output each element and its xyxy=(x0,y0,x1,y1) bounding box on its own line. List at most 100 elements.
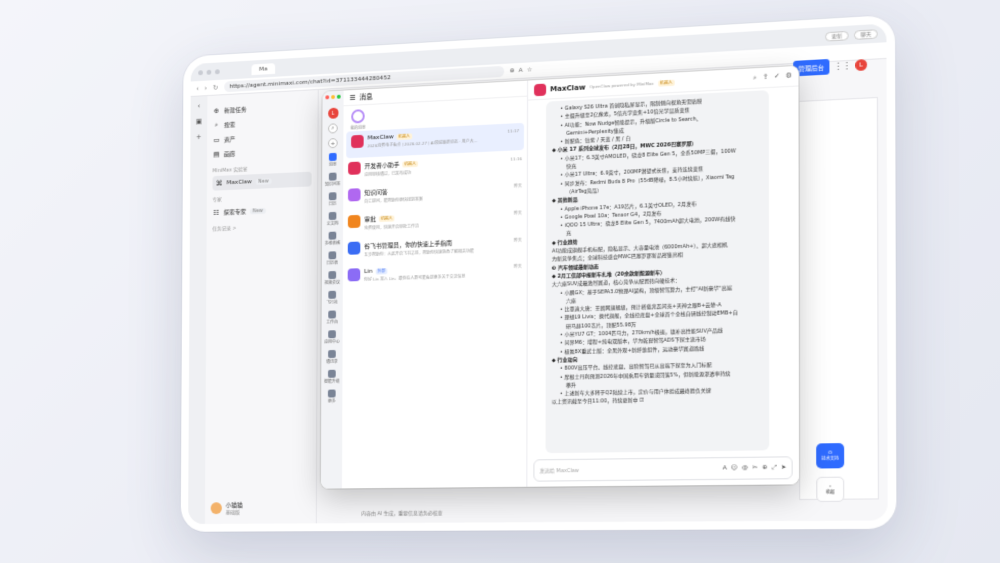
video-icon xyxy=(328,270,337,280)
search-icon[interactable]: ⌕ xyxy=(328,123,338,134)
conversation-badge: 机器人 xyxy=(396,132,413,140)
collapse-label: 收起 xyxy=(825,489,835,495)
input-placeholder: 发送给 MaxClaw xyxy=(539,467,579,475)
agenda-icon xyxy=(328,251,337,260)
rail-item-table[interactable]: 多维表格 xyxy=(325,231,340,246)
share-icon[interactable]: ⇪ xyxy=(762,73,768,83)
maximize-icon[interactable] xyxy=(336,94,341,99)
rail-item-agenda[interactable]: 日历表 xyxy=(327,251,339,266)
sidebar-item-expert[interactable]: ☷ 探索专家 New xyxy=(212,201,311,220)
forward-icon[interactable]: › xyxy=(204,84,207,92)
avatar[interactable]: L xyxy=(855,58,868,71)
check-icon[interactable]: ✓ xyxy=(774,72,780,82)
sidebar-item-label: 资产 xyxy=(223,136,236,144)
conversation-body: 审批 机器人 昨天 免费使用，快速开启审批工作流 xyxy=(364,208,522,231)
expand-icon[interactable]: ⤢ xyxy=(772,464,777,472)
upgrade-icon xyxy=(328,369,336,378)
social-icon xyxy=(328,290,337,299)
rail-item-contacts[interactable]: 通讯录 xyxy=(326,349,338,365)
list-title: 消息 xyxy=(359,92,373,102)
user-profile[interactable]: 小猫猫 基础版 xyxy=(210,500,243,516)
rail-item-calendar[interactable]: 日历 xyxy=(329,192,337,207)
back-icon[interactable]: ‹ xyxy=(196,84,199,92)
user-name: 小猫猫 xyxy=(225,502,243,510)
chat-subtitle: OpenClaw powered by MiniMax xyxy=(589,80,654,90)
rail-item-docs[interactable]: 云文档 xyxy=(327,211,339,227)
conversation-name: 谷飞书管理员，你的快速上手指南 xyxy=(364,240,453,251)
add-icon[interactable]: + xyxy=(196,133,202,141)
chat-title: MaxClaw xyxy=(550,82,586,93)
chat-actions: ⌕ ⇪ ✓ ⚙ xyxy=(753,71,792,82)
app-icon[interactable]: ▣ xyxy=(196,118,202,126)
plus-circle-icon[interactable]: ⊕ xyxy=(762,464,767,472)
rail-item-apps[interactable]: 应用中心 xyxy=(324,330,340,345)
font-icon[interactable]: A xyxy=(722,464,726,472)
avatar[interactable]: L xyxy=(327,107,339,119)
window-controls xyxy=(325,94,341,100)
browser-tab[interactable]: Ma xyxy=(251,62,275,75)
rail-item-more[interactable]: 更多 xyxy=(328,389,336,405)
rail-item-upgrade[interactable]: 智能升级 xyxy=(324,369,340,385)
conversation-badge: 机器人 xyxy=(378,214,395,222)
conversation-time: 昨天 xyxy=(513,182,522,189)
rail-item-messages[interactable]: 消息 xyxy=(329,152,337,168)
chat-chip[interactable]: 聊天 xyxy=(854,28,878,40)
close-icon[interactable] xyxy=(325,95,330,100)
plus-circle-icon: ⊕ xyxy=(213,106,220,115)
sidebar-item-maxclaw[interactable]: ⌘ MaxClaw New xyxy=(212,171,312,191)
settings-icon[interactable]: ⚙ xyxy=(785,71,792,81)
rail-label: 多维表格 xyxy=(324,240,341,246)
rail-item-social[interactable]: 飞行社 xyxy=(326,290,338,306)
search-icon[interactable]: ⌕ xyxy=(753,73,757,82)
collapse-icon[interactable]: ‹ xyxy=(198,102,201,110)
rail-item-workbench[interactable]: 工作台 xyxy=(326,310,338,325)
star-icon[interactable]: ☆ xyxy=(527,66,532,73)
conversation-item[interactable]: Lin 外部 昨天 你好 Lin 加入 Lin。跟你在人群可能看到更多关于交流信息 xyxy=(343,259,527,292)
new-tag: New xyxy=(255,177,272,185)
rail-label: 日历 xyxy=(328,201,337,207)
chat-panel: MaxClaw OpenClaw powered by MiniMax 机器人 … xyxy=(527,65,800,487)
window-dot-icon[interactable] xyxy=(214,68,220,74)
conversation-body: Lin 外部 昨天 你好 Lin 加入 Lin。跟你在人群可能看到更多关于交流信息 xyxy=(364,263,522,283)
apps-grid-icon[interactable]: ⋮⋮ xyxy=(834,60,851,70)
collapse-button[interactable]: » 收起 xyxy=(816,476,845,502)
list-icon: ☰ xyxy=(349,93,356,102)
send-icon[interactable]: ➤ xyxy=(781,464,786,472)
update-chip[interactable]: 更新 xyxy=(825,30,849,42)
sidebar-item-label: MaxClaw xyxy=(226,178,252,187)
message-input[interactable]: 发送给 MaxClaw A ☺ @ ✂ ⊕ ⤢ ➤ xyxy=(533,456,793,482)
pinned-item[interactable]: 我的消息 xyxy=(343,105,372,132)
apps-icon xyxy=(328,330,336,339)
conversation-avatar xyxy=(347,241,361,255)
claw-icon: ⌘ xyxy=(215,179,223,188)
grid-icon xyxy=(328,310,336,319)
pinned-label: 我的消息 xyxy=(350,124,366,131)
image-icon: ▤ xyxy=(213,150,220,159)
rail-item-meeting[interactable]: 视频会议 xyxy=(324,270,340,286)
window-dot-icon[interactable] xyxy=(198,69,203,75)
mention-icon[interactable]: @ xyxy=(742,464,748,472)
conversation-avatar xyxy=(347,268,361,282)
reload-icon[interactable]: ↻ xyxy=(213,83,219,91)
message-bubble: • Galaxy S26 Ultra 首创隐私屏显示，限制侧向视角无需贴膜 • 主… xyxy=(545,90,770,454)
emoji-icon[interactable]: ☺ xyxy=(731,464,738,472)
zoom-icon[interactable]: ⊕ xyxy=(510,67,515,74)
conversation-time: 11:16 xyxy=(510,156,522,162)
doc-icon xyxy=(328,211,337,221)
user-plan: 基础版 xyxy=(225,509,240,516)
read-aloud-icon[interactable]: A xyxy=(519,67,523,74)
messenger-rail: L ⌕ + 消息 知识问答 日历 云文档 多维表格 日历表 视频会议 飞行社 工… xyxy=(320,90,344,489)
admin-button[interactable]: 管理后台 xyxy=(793,58,830,76)
add-icon[interactable]: + xyxy=(328,138,338,149)
rail-label: 视频会议 xyxy=(324,279,340,286)
conversation-avatar xyxy=(351,134,364,149)
qa-icon xyxy=(328,172,337,181)
window-dot-icon[interactable] xyxy=(206,69,212,75)
conversation-time: 昨天 xyxy=(513,209,522,216)
task-history-link[interactable]: 任务记录 > xyxy=(212,222,311,233)
rail-label: 飞行社 xyxy=(326,299,338,305)
tech-support-button[interactable]: ☊ 技术支持 xyxy=(816,443,845,469)
minimize-icon[interactable] xyxy=(331,94,335,100)
rail-item-qa[interactable]: 知识问答 xyxy=(325,172,340,187)
scissors-icon[interactable]: ✂ xyxy=(752,464,757,472)
